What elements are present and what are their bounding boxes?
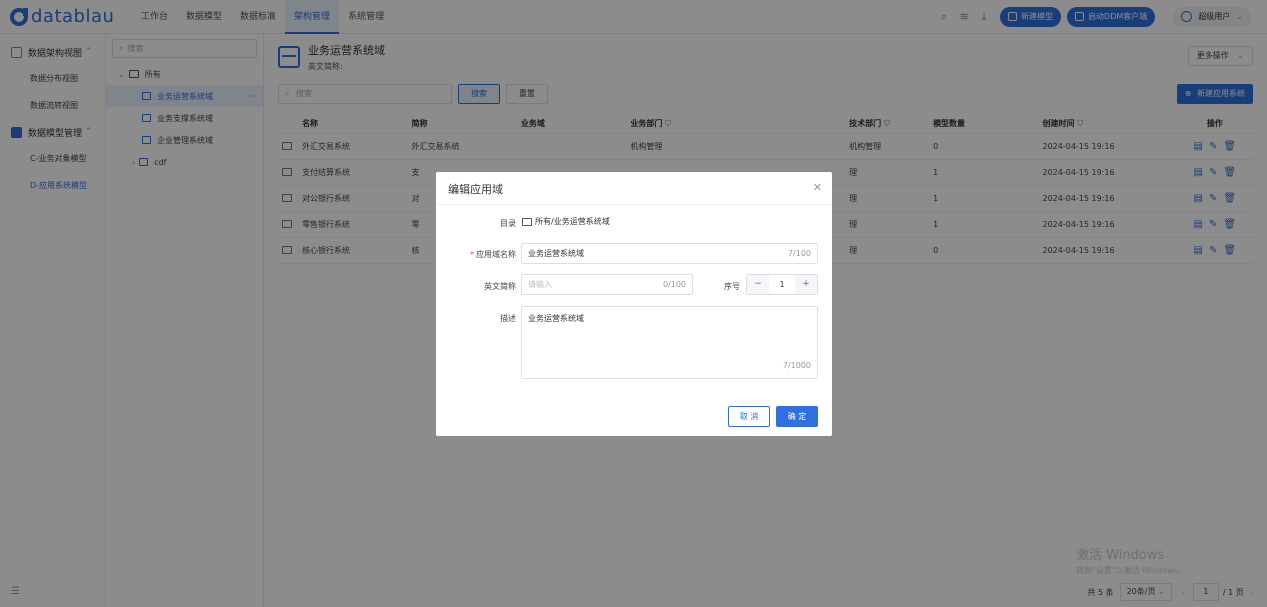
domain-name-count: 7/100 [787, 249, 811, 258]
decrement-button[interactable]: − [747, 275, 769, 294]
confirm-button[interactable]: 确 定 [776, 406, 818, 427]
folder-icon [522, 217, 532, 226]
increment-button[interactable]: + [795, 275, 817, 294]
dialog-divider [436, 204, 832, 205]
name-label: * 应用域名称 [436, 249, 516, 260]
seq-stepper: − 1 + [746, 274, 818, 295]
cancel-button[interactable]: 取 消 [728, 406, 770, 427]
name-label-text: 应用域名称 [476, 250, 516, 259]
english-abbr-placeholder: 请输入 [528, 280, 552, 289]
domain-name-input[interactable]: 业务运营系统域 7/100 [521, 243, 818, 264]
dir-value: 所有/业务运营系统域 [522, 216, 610, 227]
close-icon[interactable]: ✕ [813, 181, 822, 194]
edit-domain-dialog: 编辑应用域 ✕ 目录 所有/业务运营系统域 * 应用域名称 业务运营系统域 7/1… [436, 172, 832, 436]
description-value: 业务运营系统域 [528, 314, 584, 323]
domain-name-value: 业务运营系统域 [528, 249, 584, 258]
desc-label: 描述 [500, 314, 516, 323]
description-textarea[interactable]: 业务运营系统域 7/1000 [521, 306, 818, 379]
dialog-title: 编辑应用域 [448, 183, 503, 196]
dir-label: 目录 [500, 219, 516, 228]
description-count: 7/1000 [782, 361, 811, 370]
required-mark: * [470, 250, 474, 259]
seq-value[interactable]: 1 [769, 275, 795, 294]
en-label: 英文简称 [484, 282, 516, 291]
dir-path: 所有/业务运营系统域 [535, 217, 610, 226]
seq-label: 序号 [724, 282, 740, 291]
